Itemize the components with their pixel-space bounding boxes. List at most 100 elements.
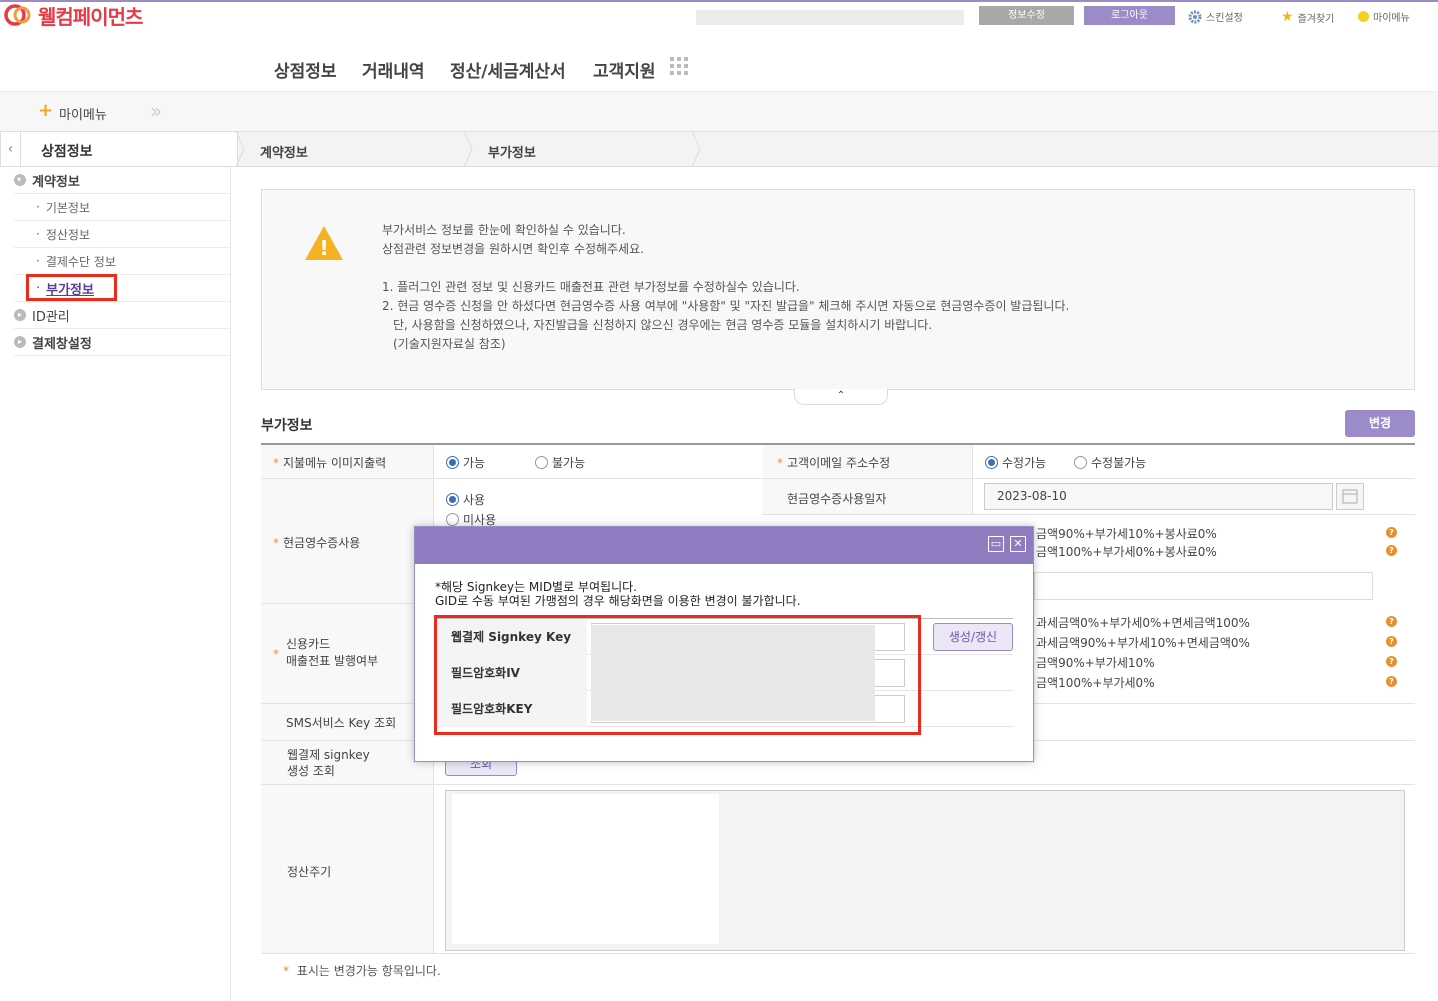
mymenu-bar-label[interactable]: 마이메뉴 xyxy=(59,104,107,123)
star-icon: ★ xyxy=(1281,9,1294,25)
notice-line: (기술지원자료실 참조) xyxy=(393,337,506,351)
gnb-item-support[interactable]: 고객지원 xyxy=(593,57,656,82)
close-icon[interactable]: ✕ xyxy=(1010,536,1026,552)
slip-option-2: 과세금액90%+부가세10%+면세금액0% xyxy=(1036,636,1250,650)
date-input[interactable]: 2023-08-10 xyxy=(984,483,1333,510)
radio-possible[interactable]: 가능 xyxy=(446,454,485,471)
chevron-left-icon[interactable]: ‹ xyxy=(1,132,21,166)
required-star: * xyxy=(273,456,279,470)
svg-text:!: ! xyxy=(319,236,328,260)
favorites-link[interactable]: ★ 즐겨찾기 xyxy=(1281,9,1334,25)
breadcrumb-extra[interactable]: 부가정보 xyxy=(488,142,536,161)
help-icon[interactable]: ? xyxy=(1386,616,1397,627)
help-icon[interactable]: ? xyxy=(1386,676,1397,687)
radio-icon[interactable] xyxy=(446,493,459,506)
lnb-title: ‹ 상점정보 xyxy=(0,131,238,167)
top-search-bar[interactable] xyxy=(696,10,964,25)
mymenu-label: 마이메뉴 xyxy=(1373,13,1410,24)
label-cash-receipt: * 현금영수증사용 xyxy=(273,534,360,551)
help-icon[interactable]: ? xyxy=(1386,636,1397,647)
logout-button[interactable]: 로그아웃 xyxy=(1084,6,1175,25)
logo-icon xyxy=(4,4,31,26)
mymenu-bar: + 마이메뉴 » xyxy=(0,92,1438,131)
breadcrumb-separator xyxy=(691,131,701,167)
all-menu-grid-icon[interactable] xyxy=(670,57,688,75)
text-input[interactable] xyxy=(1034,572,1373,600)
calendar-icon[interactable] xyxy=(1336,483,1364,510)
label-text: 웹결제 signkey xyxy=(287,748,370,762)
footnote-text: 표시는 변경가능 항목입니다. xyxy=(296,964,441,978)
expand-icon: ▸ xyxy=(14,309,26,321)
slip-option-4: 금액100%+부가세0% xyxy=(1036,676,1155,690)
brand-logo[interactable]: 웰컴페이먼츠 xyxy=(4,3,143,29)
gear-icon xyxy=(1188,10,1202,23)
label-text: 매출전표 발행여부 xyxy=(286,654,379,668)
lnb-title-label: 상점정보 xyxy=(41,144,93,160)
radio-editable[interactable]: 수정가능 xyxy=(985,454,1046,471)
top-accent-line xyxy=(0,0,1438,2)
collapse-toggle-icon[interactable]: ⌃ xyxy=(794,389,888,405)
notice-box: ! 부가서비스 정보를 한눈에 확인하실 수 있습니다. 상점관련 정보변경을 … xyxy=(261,189,1415,390)
logo-text: 웰컴페이먼츠 xyxy=(38,4,143,29)
radio-use[interactable]: 사용 xyxy=(446,491,485,508)
highlight-box xyxy=(26,274,117,301)
radio-icon[interactable] xyxy=(535,456,548,469)
global-nav: 상점정보 거래내역 정산/세금계산서 고객지원 xyxy=(0,32,1438,92)
radio-label: 불가능 xyxy=(552,456,586,470)
section-title: 부가정보 xyxy=(261,418,313,434)
gnb-item-settlement[interactable]: 정산/세금계산서 xyxy=(450,57,566,82)
highlight-box xyxy=(434,615,921,735)
warning-icon: ! xyxy=(305,226,343,260)
radio-impossible[interactable]: 불가능 xyxy=(535,454,585,471)
tax-option-1: 금액90%+부가세10%+봉사료0% xyxy=(1036,527,1217,541)
generate-renew-button[interactable]: 생성/갱신 xyxy=(933,623,1013,651)
maximize-icon[interactable]: ▭ xyxy=(988,536,1004,552)
notice-line: 1. 플러그인 관련 정보 및 신용카드 매출전표 관련 부가정보를 수정하실수… xyxy=(382,280,800,294)
help-icon[interactable]: ? xyxy=(1386,527,1397,538)
radio-label: 사용 xyxy=(463,493,486,507)
change-button[interactable]: 변경 xyxy=(1345,410,1415,437)
radio-icon[interactable] xyxy=(985,456,998,469)
breadcrumb-contract[interactable]: 계약정보 xyxy=(260,142,308,161)
popup-note: GID로 수동 부여된 가맹점의 경우 해당화면을 이용한 변경이 불가합니다. xyxy=(435,594,801,608)
sidebar-group-payment-window[interactable]: ▸ 결제창설정 xyxy=(14,329,230,356)
sidebar-group-label: 결제창설정 xyxy=(32,336,92,352)
label-cash-receipt-date: 현금영수증사용일자 xyxy=(787,492,887,506)
gnb-item-store-info[interactable]: 상점정보 xyxy=(274,57,337,82)
breadcrumb-separator xyxy=(463,131,473,167)
help-icon[interactable]: ? xyxy=(1386,545,1397,556)
double-chevron-right-icon[interactable]: » xyxy=(150,99,162,123)
sidebar-item-basic[interactable]: · 기본정보 xyxy=(14,194,230,221)
required-star: * xyxy=(273,536,279,550)
breadcrumb: 계약정보 부가정보 xyxy=(235,131,1438,167)
required-star: * xyxy=(283,964,289,978)
radio-icon[interactable] xyxy=(446,456,459,469)
label-sms-key: SMS서비스 Key 조회 xyxy=(286,716,397,730)
info-edit-button[interactable]: 정보수정 xyxy=(979,6,1074,25)
label-email-edit: * 고객이메일 주소수정 xyxy=(777,454,890,471)
plus-icon[interactable]: + xyxy=(38,102,53,120)
sidebar-group-contract[interactable]: ▾ 계약정보 xyxy=(14,167,230,194)
radio-icon[interactable] xyxy=(446,513,459,526)
notice-line: 부가서비스 정보를 한눈에 확인하실 수 있습니다. xyxy=(382,223,626,237)
dot-icon xyxy=(1358,11,1369,22)
breadcrumb-separator xyxy=(235,131,245,167)
label-signkey: 웹결제 signkey 생성 조회 xyxy=(287,747,370,779)
slip-option-1: 과세금액0%+부가세0%+면세금액100% xyxy=(1036,616,1250,630)
sidebar-group-label: 계약정보 xyxy=(32,174,80,190)
label-text: 고객이메일 주소수정 xyxy=(787,456,891,470)
help-icon[interactable]: ? xyxy=(1386,656,1397,667)
radio-icon[interactable] xyxy=(1074,456,1087,469)
sidebar-group-id[interactable]: ▸ ID관리 xyxy=(14,302,230,329)
skin-settings-label: 스킨설정 xyxy=(1206,13,1243,24)
radio-label: 가능 xyxy=(463,456,486,470)
gnb-item-transactions[interactable]: 거래내역 xyxy=(362,57,425,82)
sidebar-item-settlement[interactable]: · 정산정보 xyxy=(14,221,230,248)
sidebar-item-label: 결제수단 정보 xyxy=(45,254,116,269)
radio-not-editable[interactable]: 수정불가능 xyxy=(1074,454,1146,471)
mymenu-link[interactable]: 마이메뉴 xyxy=(1358,9,1410,24)
radio-label: 미사용 xyxy=(463,513,497,527)
sidebar-item-payment-method[interactable]: · 결제수단 정보 xyxy=(14,248,230,275)
notice-line: 2. 현금 영수증 신청을 안 하셨다면 현금영수증 사용 여부에 "사용함" … xyxy=(382,299,1070,313)
skin-settings-link[interactable]: 스킨설정 xyxy=(1188,9,1243,24)
